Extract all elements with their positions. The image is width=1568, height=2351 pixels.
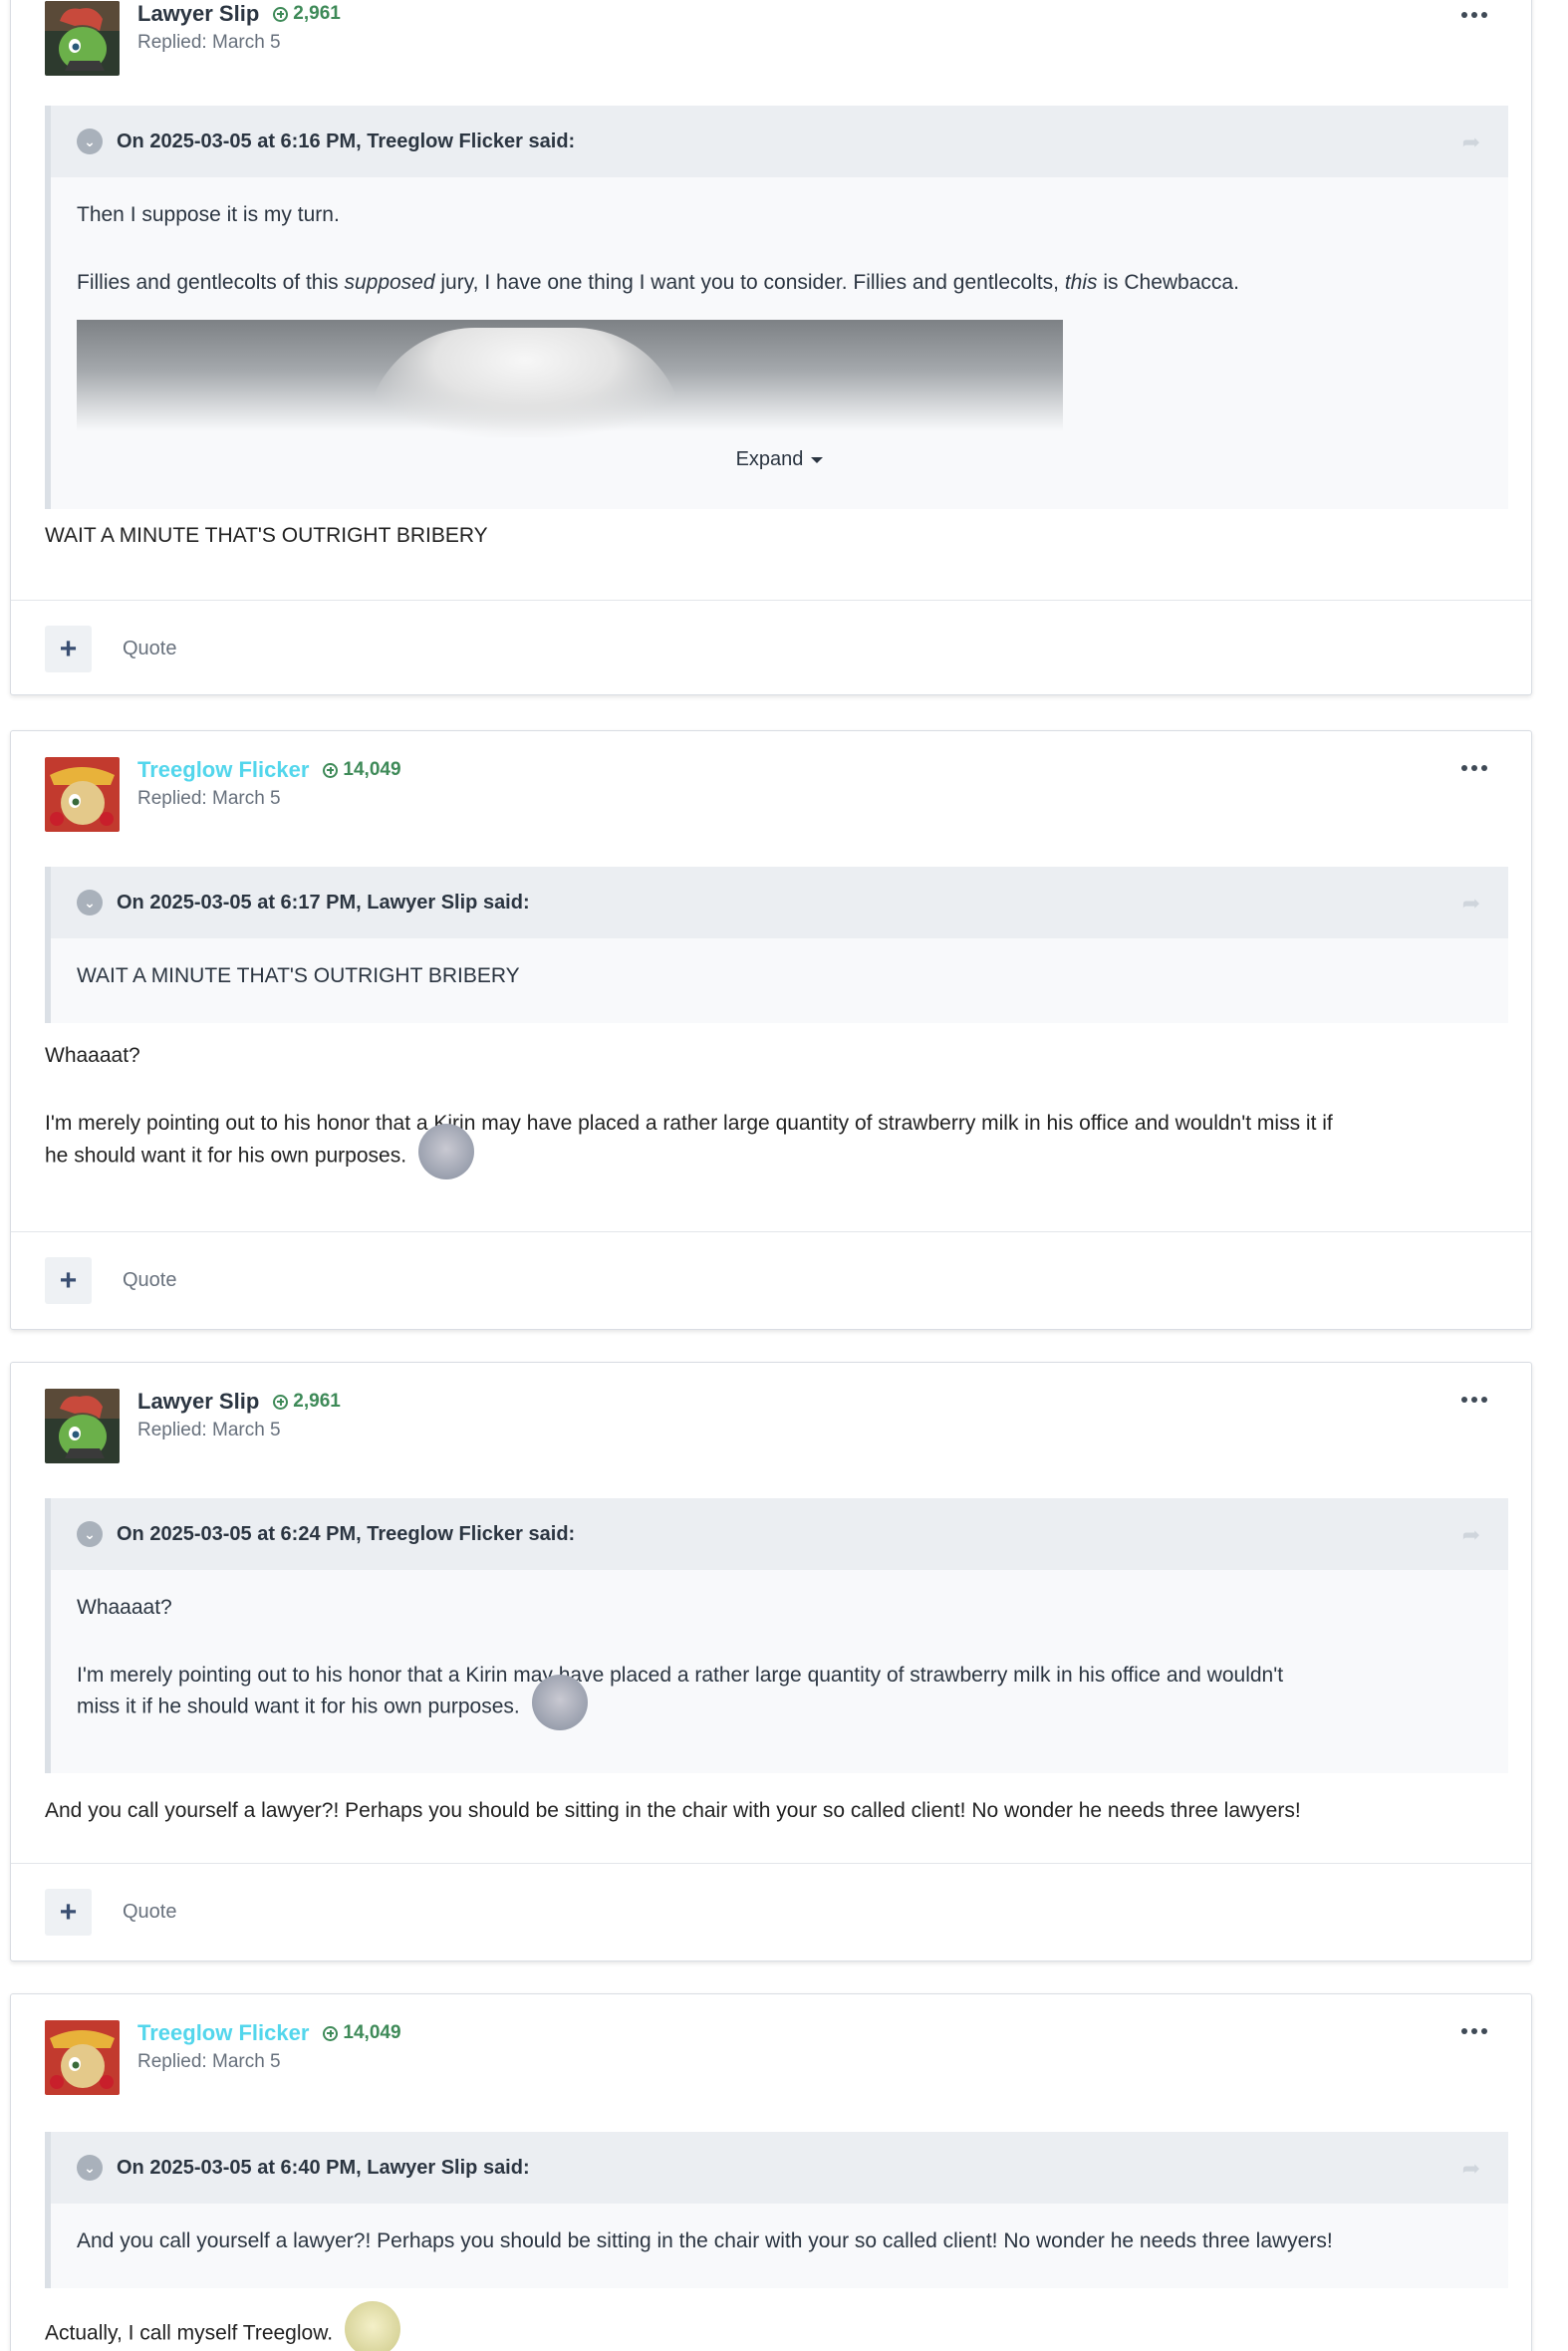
quote-paragraph: Whaaaat? bbox=[77, 1596, 172, 1619]
chevron-down-icon[interactable]: ⌄ bbox=[77, 2155, 103, 2181]
quote-paragraph: And you call yourself a lawyer?! Perhaps… bbox=[77, 2229, 1333, 2252]
post-body-text: he should want it for his own purposes. bbox=[45, 1124, 474, 1179]
reputation-count: 14,049 bbox=[343, 2022, 401, 2043]
quote-citation: On 2025-03-05 at 6:40 PM, Lawyer Slip sa… bbox=[117, 2156, 530, 2179]
post-body-text: And you call yourself a lawyer?! Perhaps… bbox=[45, 1799, 1301, 1822]
quote-block: ⌄ On 2025-03-05 at 6:17 PM, Lawyer Slip … bbox=[45, 867, 1508, 1023]
divider bbox=[11, 600, 1531, 601]
reputation-badge: 14,049 bbox=[323, 2022, 401, 2044]
author-name[interactable]: Lawyer Slip bbox=[137, 1, 259, 27]
ellipsis-icon[interactable] bbox=[1461, 765, 1487, 771]
share-arrow-icon[interactable]: ➦ bbox=[1462, 1522, 1480, 1548]
avatar[interactable] bbox=[45, 757, 120, 832]
author-name[interactable]: Treeglow Flicker bbox=[137, 2020, 309, 2046]
quote-citation: On 2025-03-05 at 6:17 PM, Lawyer Slip sa… bbox=[117, 891, 530, 914]
post-body-text: WAIT A MINUTE THAT'S OUTRIGHT BRIBERY bbox=[45, 524, 488, 547]
quote-paragraph: Fillies and gentlecolts of this supposed… bbox=[77, 271, 1239, 294]
reply-date: Replied: March 5 bbox=[137, 32, 281, 53]
share-arrow-icon[interactable]: ➦ bbox=[1462, 891, 1480, 916]
pony-emoji-icon bbox=[344, 2301, 400, 2351]
reputation-count: 2,961 bbox=[293, 1391, 341, 1412]
divider bbox=[11, 1231, 1531, 1232]
reputation-badge: 2,961 bbox=[273, 1391, 341, 1413]
post-body-text: I'm merely pointing out to his honor tha… bbox=[45, 1112, 1333, 1135]
author-name[interactable]: Lawyer Slip bbox=[137, 1389, 259, 1415]
post-lawyer-slip-1: Lawyer Slip 2,961 Replied: March 5 ⌄ On … bbox=[10, 0, 1532, 695]
plus-circle-icon bbox=[323, 2025, 339, 2041]
chevron-down-icon[interactable]: ⌄ bbox=[77, 890, 103, 915]
plus-icon[interactable]: + bbox=[45, 1257, 92, 1304]
quote-citation: On 2025-03-05 at 6:24 PM, Treeglow Flick… bbox=[117, 1522, 576, 1545]
quote-button[interactable]: Quote bbox=[123, 1901, 176, 1924]
quote-citation: On 2025-03-05 at 6:16 PM, Treeglow Flick… bbox=[117, 130, 576, 152]
post-body-text: Whaaaat? bbox=[45, 1044, 140, 1067]
quote-paragraph: WAIT A MINUTE THAT'S OUTRIGHT BRIBERY bbox=[77, 964, 520, 987]
quote-paragraph: Then I suppose it is my turn. bbox=[77, 203, 340, 226]
post-lawyer-slip-2: Lawyer Slip 2,961 Replied: March 5 ⌄ On … bbox=[10, 1362, 1532, 1961]
author-name[interactable]: Treeglow Flicker bbox=[137, 757, 309, 783]
wink-emoji-icon bbox=[531, 1675, 588, 1730]
plus-circle-icon bbox=[273, 6, 289, 22]
ellipsis-icon[interactable] bbox=[1461, 12, 1487, 18]
wink-emoji-icon bbox=[417, 1124, 474, 1179]
reputation-count: 2,961 bbox=[293, 3, 341, 24]
quote-block: ⌄ On 2025-03-05 at 6:16 PM, Treeglow Fli… bbox=[45, 106, 1508, 509]
quote-block: ⌄ On 2025-03-05 at 6:24 PM, Treeglow Fli… bbox=[45, 1498, 1508, 1773]
share-arrow-icon[interactable]: ➦ bbox=[1462, 130, 1480, 155]
quote-paragraph: miss it if he should want it for his own… bbox=[77, 1675, 588, 1730]
reputation-badge: 2,961 bbox=[273, 3, 341, 25]
reputation-badge: 14,049 bbox=[323, 759, 401, 781]
plus-icon[interactable]: + bbox=[45, 626, 92, 672]
caret-down-icon bbox=[811, 456, 824, 463]
post-treeglow-flicker-2: Treeglow Flicker 14,049 Replied: March 5… bbox=[10, 1993, 1532, 2351]
expand-button[interactable]: Expand bbox=[51, 448, 1508, 471]
post-treeglow-flicker-1: Treeglow Flicker 14,049 Replied: March 5… bbox=[10, 730, 1532, 1330]
chevron-down-icon[interactable]: ⌄ bbox=[77, 1521, 103, 1547]
plus-circle-icon bbox=[323, 762, 339, 778]
avatar[interactable] bbox=[45, 2020, 120, 2095]
post-body-text: Actually, I call myself Treeglow. bbox=[45, 2301, 400, 2351]
reply-date: Replied: March 5 bbox=[137, 1420, 281, 1440]
reputation-count: 14,049 bbox=[343, 759, 401, 780]
ellipsis-icon[interactable] bbox=[1461, 2028, 1487, 2034]
quote-button[interactable]: Quote bbox=[123, 1269, 176, 1292]
quoted-image bbox=[77, 320, 1063, 437]
plus-circle-icon bbox=[273, 1394, 289, 1410]
avatar[interactable] bbox=[45, 1389, 120, 1463]
ellipsis-icon[interactable] bbox=[1461, 1397, 1487, 1403]
share-arrow-icon[interactable]: ➦ bbox=[1462, 2156, 1480, 2182]
divider bbox=[11, 1863, 1531, 1864]
avatar[interactable] bbox=[45, 1, 120, 76]
chevron-down-icon[interactable]: ⌄ bbox=[77, 129, 103, 154]
reply-date: Replied: March 5 bbox=[137, 788, 281, 809]
reply-date: Replied: March 5 bbox=[137, 2051, 281, 2072]
quote-block: ⌄ On 2025-03-05 at 6:40 PM, Lawyer Slip … bbox=[45, 2132, 1508, 2288]
quote-button[interactable]: Quote bbox=[123, 638, 176, 660]
plus-icon[interactable]: + bbox=[45, 1889, 92, 1936]
